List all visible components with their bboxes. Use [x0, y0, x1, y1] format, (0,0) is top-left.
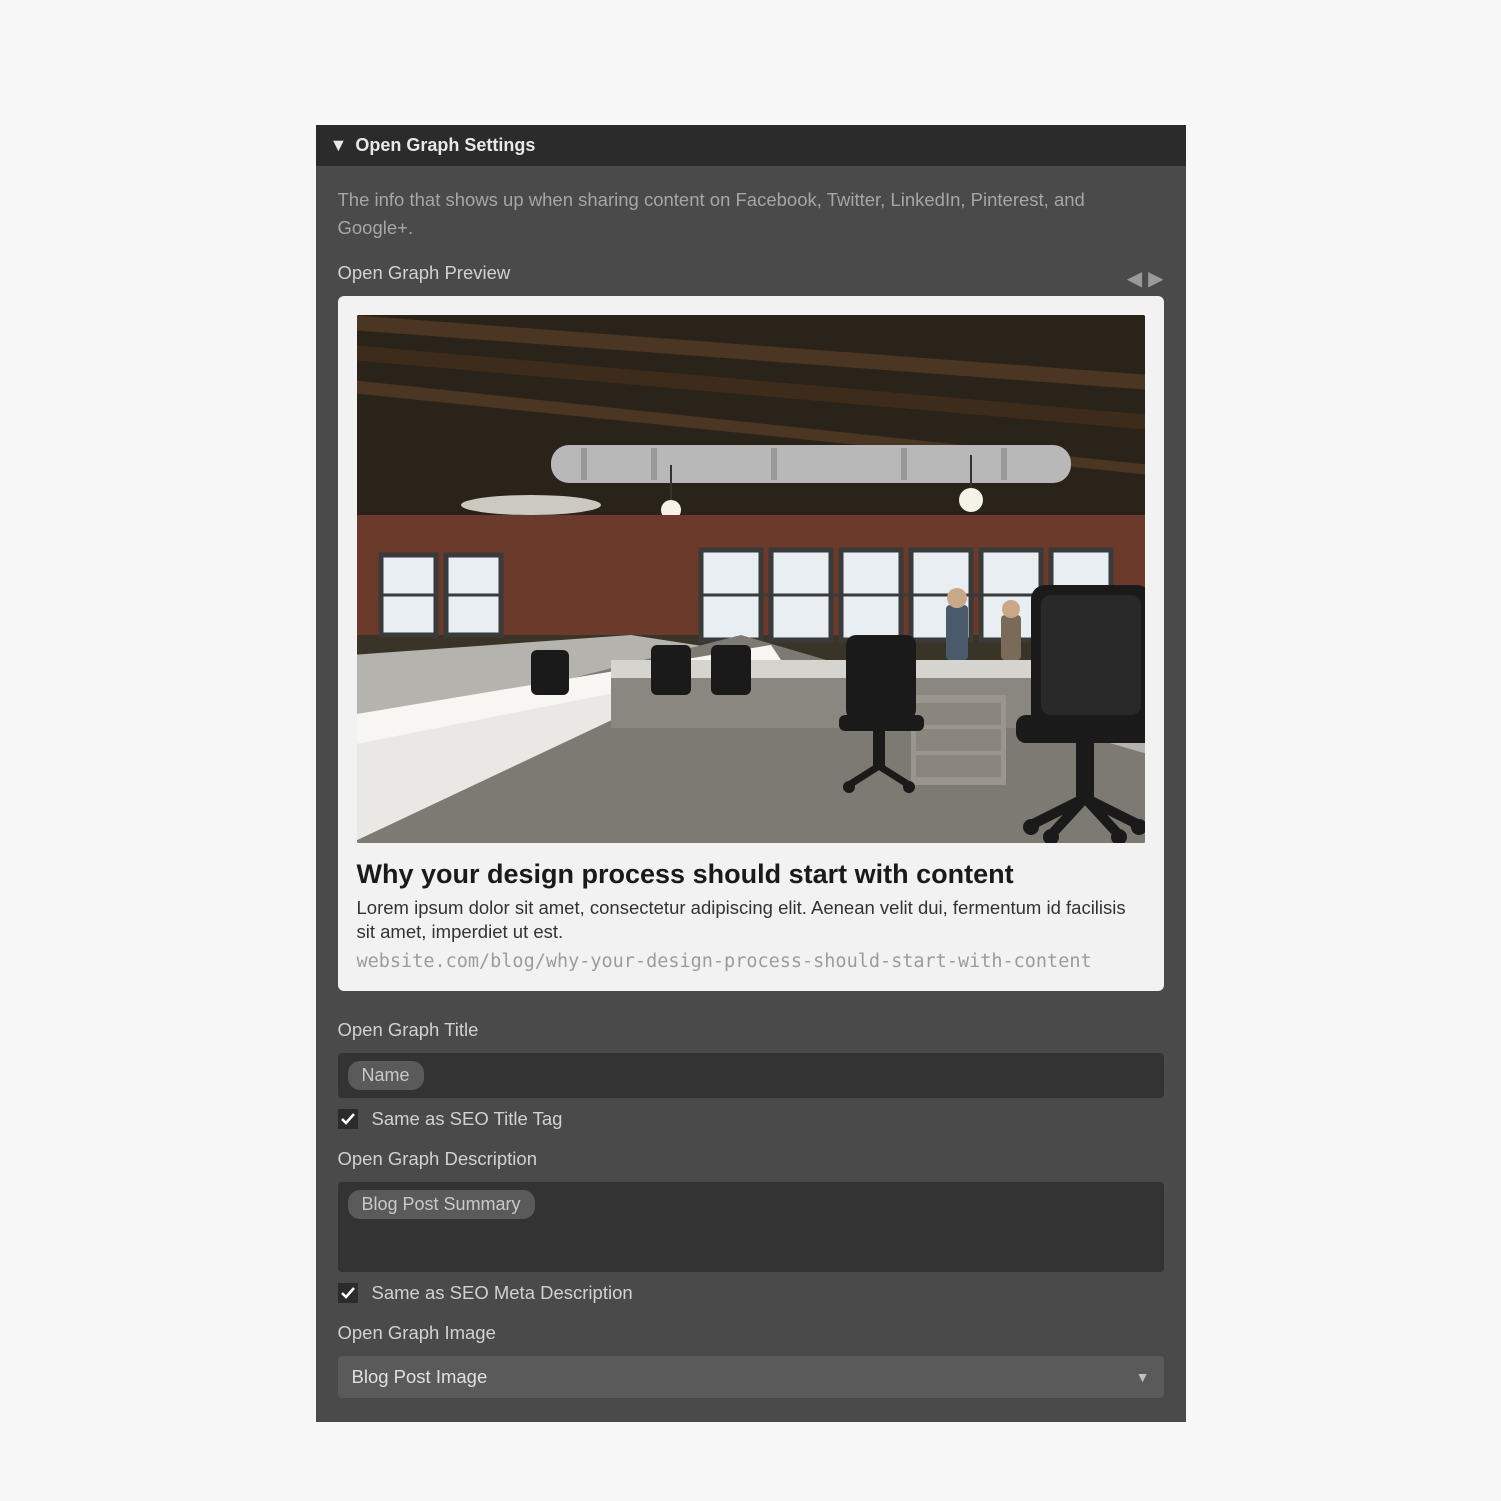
og-description-input[interactable]: Blog Post Summary: [338, 1182, 1164, 1272]
og-image-field-group: Open Graph Image Blog Post Image ▼: [338, 1322, 1164, 1398]
same-as-seo-title-checkbox[interactable]: [338, 1109, 358, 1129]
og-image-select[interactable]: Blog Post Image ▼: [338, 1356, 1164, 1398]
og-description-field-group: Open Graph Description Blog Post Summary…: [338, 1148, 1164, 1304]
open-graph-settings-panel: ▼ Open Graph Settings The info that show…: [316, 125, 1186, 1422]
og-title-input[interactable]: Name: [338, 1053, 1164, 1098]
og-title-chip[interactable]: Name: [348, 1061, 424, 1090]
panel-header[interactable]: ▼ Open Graph Settings: [316, 125, 1186, 166]
og-title-field-group: Open Graph Title Name Same as SEO Title …: [338, 1019, 1164, 1130]
og-preview-card: Why your design process should start wit…: [338, 296, 1164, 992]
panel-info-text: The info that shows up when sharing cont…: [338, 186, 1164, 242]
chevron-down-icon: ▼: [1136, 1369, 1150, 1385]
og-preview-description: Lorem ipsum dolor sit amet, consectetur …: [357, 896, 1145, 946]
og-preview-image: [357, 315, 1145, 843]
og-preview-url: website.com/blog/why-your-design-process…: [357, 951, 1145, 972]
og-preview-title: Why your design process should start wit…: [357, 859, 1145, 890]
same-as-seo-meta-label: Same as SEO Meta Description: [372, 1282, 633, 1304]
next-arrow-icon[interactable]: ▶: [1148, 266, 1163, 291]
preview-nav: ◀ ▶: [1127, 266, 1164, 291]
og-description-chip[interactable]: Blog Post Summary: [348, 1190, 535, 1219]
same-as-seo-title-label: Same as SEO Title Tag: [372, 1108, 563, 1130]
same-as-seo-meta-checkbox[interactable]: [338, 1283, 358, 1303]
panel-body: The info that shows up when sharing cont…: [316, 166, 1186, 1422]
og-description-label: Open Graph Description: [338, 1148, 1164, 1170]
caret-down-icon: ▼: [330, 135, 348, 156]
og-title-label: Open Graph Title: [338, 1019, 1164, 1041]
prev-arrow-icon[interactable]: ◀: [1127, 266, 1142, 291]
og-image-select-value: Blog Post Image: [352, 1366, 488, 1388]
og-image-label: Open Graph Image: [338, 1322, 1164, 1344]
preview-label: Open Graph Preview: [338, 262, 511, 284]
panel-title: Open Graph Settings: [355, 135, 535, 156]
